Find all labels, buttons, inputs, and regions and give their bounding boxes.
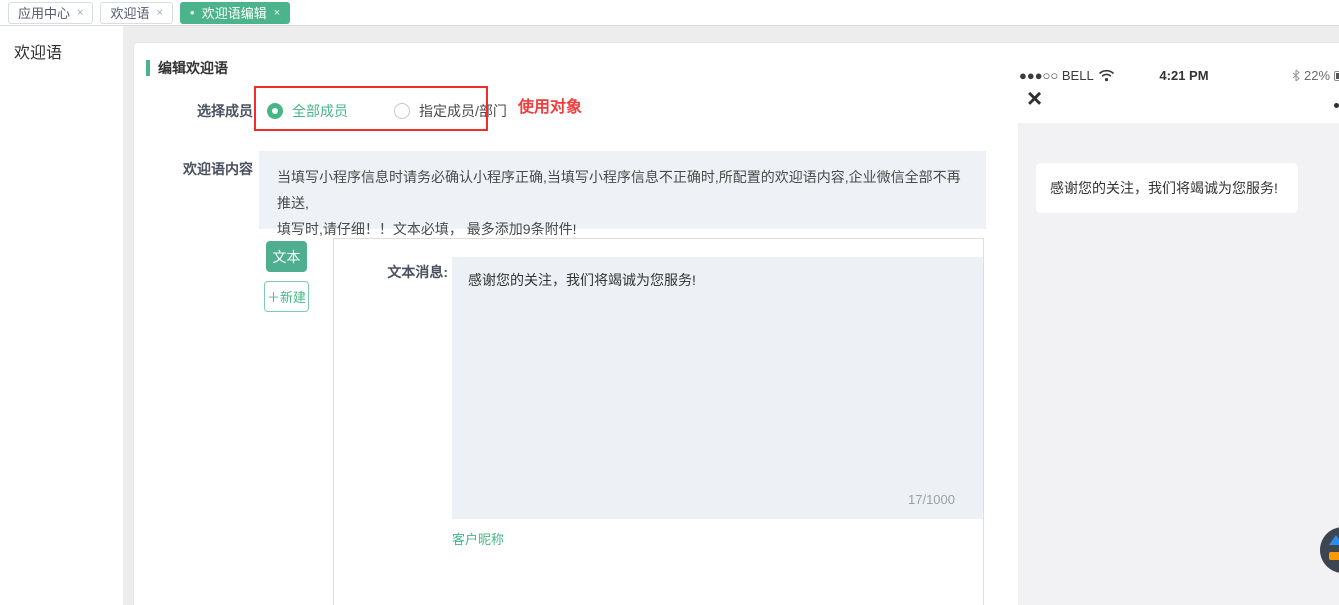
tab-label: 欢迎语编辑 [202,3,267,22]
phone-clock: 4:21 PM [1124,68,1244,83]
tab-app-center[interactable]: 应用中心 × [8,2,93,24]
welcome-content-label: 欢迎语内容 [134,159,253,179]
section-accent-bar [146,60,150,76]
tab-label: 欢迎语 [110,3,149,22]
battery-percent: 22% [1304,68,1330,83]
char-count: 17/1000 [908,492,955,507]
radio-all-members-label[interactable]: 全部成员 [292,101,348,121]
add-attachment-button[interactable]: ＋新建 [264,281,309,312]
tab-bar: 应用中心 × 欢迎语 × ● 欢迎语编辑 × [0,0,1339,26]
message-bubble: 感谢您的关注，我们将竭诚为您服务! [1036,163,1298,213]
widget-blue-icon [1329,535,1339,545]
phone-status-left: ●●●○○ BELL [1019,68,1115,83]
phone-close-icon[interactable]: × [1027,85,1042,111]
edit-card: 编辑欢迎语 选择成员 全部成员 指定成员/部门 使用对象 欢迎语内容 当填写小程… [133,42,1339,605]
close-icon[interactable]: × [156,7,162,19]
app-window: 应用中心 × 欢迎语 × ● 欢迎语编辑 × 欢迎语 编辑欢迎语 选择成员 全部… [0,0,1339,605]
phone-preview-body: 感谢您的关注，我们将竭诚为您服务! [1018,123,1339,605]
battery-icon [1334,71,1339,81]
tab-label: 应用中心 [18,3,70,22]
bluetooth-icon [1292,69,1300,82]
widget-orange-icon [1329,552,1339,560]
wifi-icon [1098,69,1115,82]
tab-welcome[interactable]: 欢迎语 × [100,2,172,24]
notice-box: 当填写小程序信息时请务必确认小程序正确,当填写小程序信息不正确时,所配置的欢迎语… [259,151,986,229]
page-title: 欢迎语 [0,26,123,63]
carrier-signal-text: ●●●○○ BELL [1019,68,1094,83]
member-select-label: 选择成员 [134,101,253,121]
member-radio-group: 全部成员 指定成员/部门 [267,101,507,121]
message-textarea[interactable]: 感谢您的关注，我们将竭诚为您服务! 17/1000 [452,257,983,519]
phone-menu-dot-icon[interactable] [1334,103,1339,108]
active-dot-icon: ● [190,9,195,17]
radio-all-members[interactable] [267,103,283,119]
text-message-label: 文本消息: [368,262,448,282]
text-attachment-tab[interactable]: 文本 [266,241,307,272]
section-header: 编辑欢迎语 [146,58,228,78]
sidebar: 欢迎语 [0,26,123,605]
annotation-caption: 使用对象 [518,93,582,117]
close-icon[interactable]: × [77,7,83,19]
tab-welcome-edit-active[interactable]: ● 欢迎语编辑 × [180,2,290,24]
customer-nickname-link[interactable]: 客户昵称 [452,529,504,548]
message-text: 感谢您的关注，我们将竭诚为您服务! [452,257,983,303]
phone-status-right: 22% [1292,68,1339,83]
radio-specific-members[interactable] [394,103,410,119]
radio-specific-members-label[interactable]: 指定成员/部门 [419,101,507,121]
close-icon[interactable]: × [274,7,280,19]
section-title: 编辑欢迎语 [158,58,228,78]
